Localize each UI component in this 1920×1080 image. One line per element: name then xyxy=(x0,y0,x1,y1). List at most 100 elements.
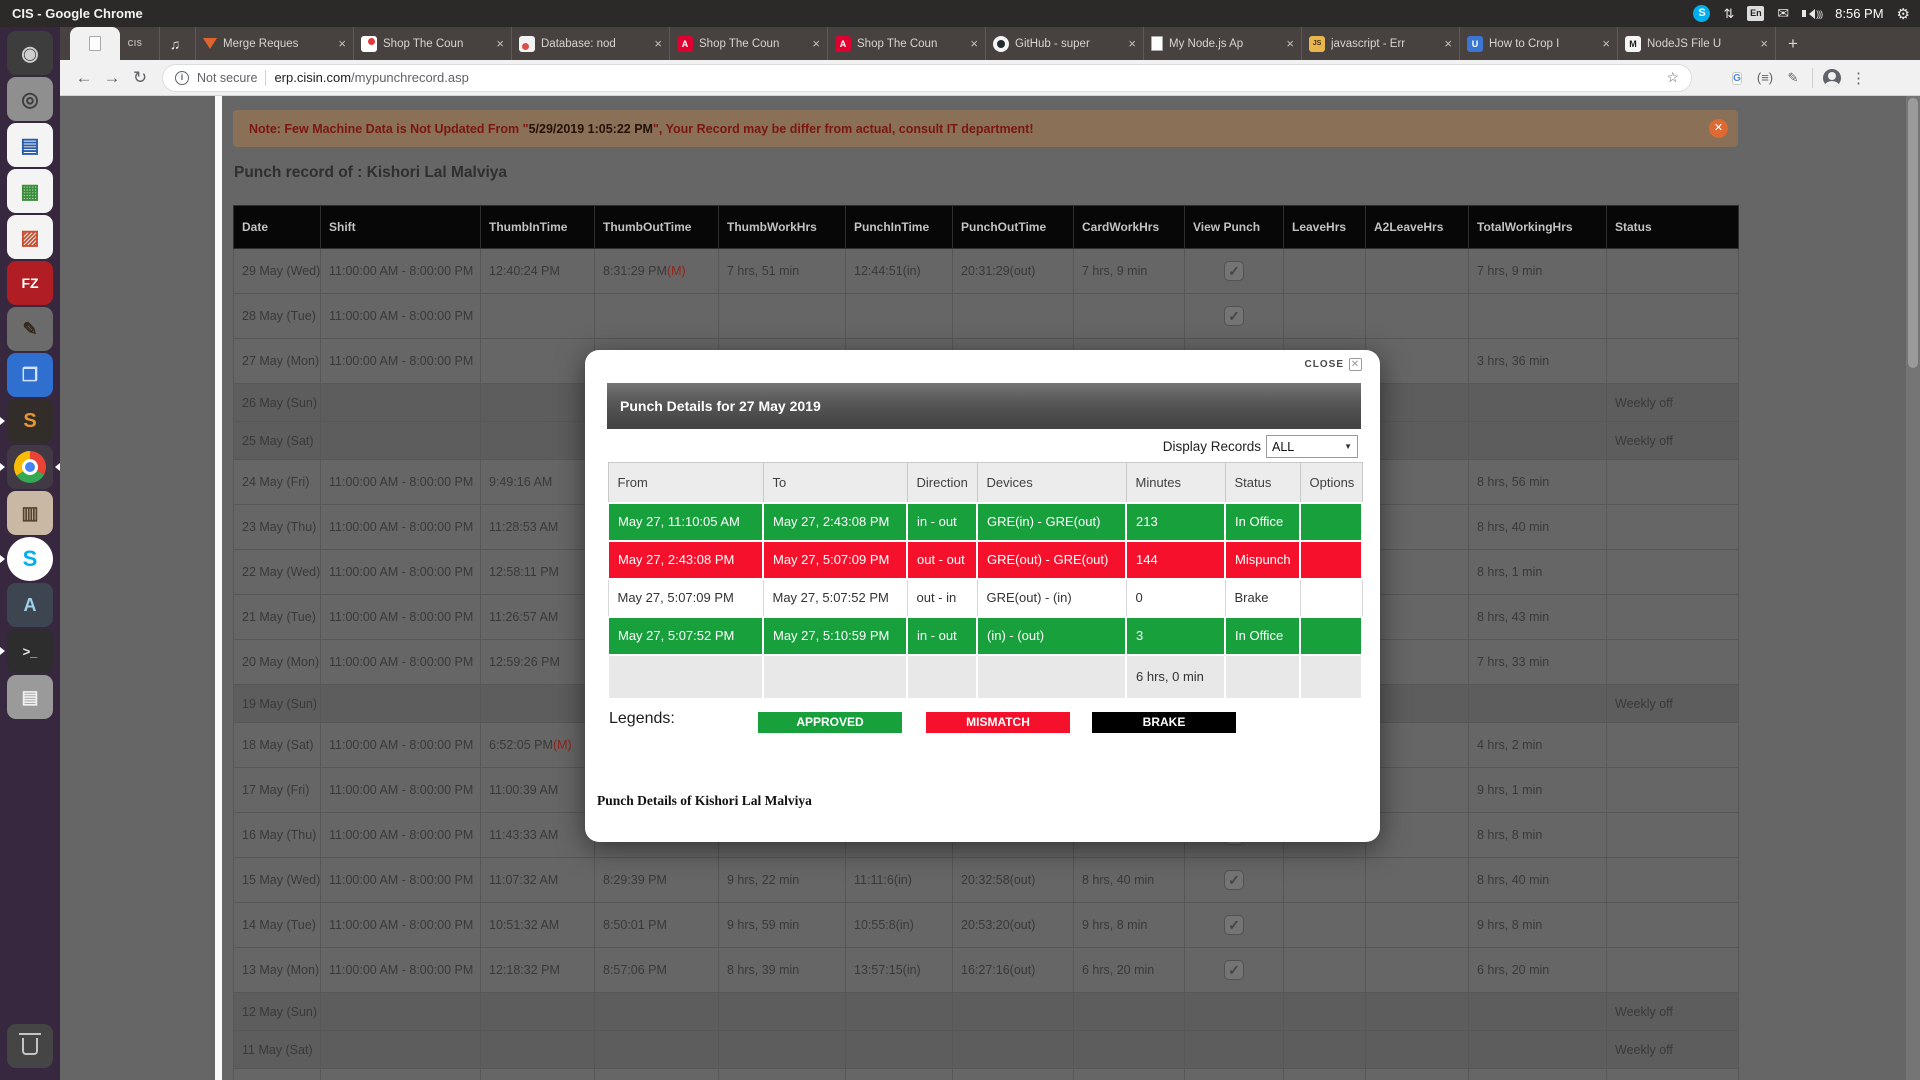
cell-shift: 11:00:00 AM - 8:00:00 PM xyxy=(321,595,481,640)
col-punchouttime: PunchOutTime xyxy=(953,206,1074,249)
new-tab-button[interactable]: + xyxy=(1776,34,1810,54)
cell-date: 16 May (Thu) xyxy=(234,813,321,858)
launcher-skype[interactable]: S xyxy=(7,537,53,581)
extension-translate-icon[interactable]: G xyxy=(1726,69,1748,86)
cell-view-punch: ✓ xyxy=(1185,1069,1284,1080)
tab-close-icon[interactable]: × xyxy=(1286,36,1294,51)
cell-thumb-out: 6:08:50 PM xyxy=(595,1069,719,1080)
tab-cis[interactable]: CIS xyxy=(120,27,160,60)
notice-close-button[interactable]: ✕ xyxy=(1709,119,1728,138)
detail-col-status: Status xyxy=(1225,463,1300,503)
skype-tray-icon[interactable]: S xyxy=(1693,5,1710,22)
forward-button[interactable]: → xyxy=(98,68,126,88)
keyboard-layout-indicator[interactable]: En xyxy=(1747,6,1764,21)
network-arrows-icon[interactable]: ⇅ xyxy=(1723,6,1734,22)
profile-avatar[interactable] xyxy=(1823,69,1841,87)
cell-punch-in xyxy=(846,294,953,339)
modal-close-icon: ✕ xyxy=(1349,358,1362,371)
launcher-sublime-text[interactable]: S xyxy=(7,399,53,443)
launcher-cube-3d-app[interactable]: ❒ xyxy=(7,353,53,397)
cell-punch-in: 10:55:8(in) xyxy=(846,903,953,948)
cell-thumb-work: 8 hrs, 39 min xyxy=(719,948,846,993)
tab-close-icon[interactable]: × xyxy=(1128,36,1136,51)
cell-status: Weekly off xyxy=(1607,1031,1739,1069)
launcher-ide-app[interactable]: A xyxy=(7,583,53,627)
cell-view-punch: ✓ xyxy=(1185,294,1284,339)
launcher-trash[interactable] xyxy=(7,1024,53,1068)
cell-thumb-in xyxy=(481,993,595,1031)
detail-cell-from: May 27, 5:07:52 PM xyxy=(608,617,763,655)
volume-icon[interactable]: ))) xyxy=(1802,9,1822,19)
launcher-gimp[interactable]: ✎ xyxy=(7,307,53,351)
col-date: Date xyxy=(234,206,321,249)
back-button[interactable]: ← xyxy=(70,68,98,88)
tab-close-icon[interactable]: × xyxy=(654,36,662,51)
cell-a2-leave-hrs xyxy=(1366,1069,1469,1080)
launcher-system-monitor[interactable]: ▤ xyxy=(7,675,53,719)
tab-close-icon[interactable]: × xyxy=(1760,36,1768,51)
tab-javascript-err[interactable]: JSjavascript - Err× xyxy=(1302,27,1460,60)
col-a2leavehrs: A2LeaveHrs xyxy=(1366,206,1469,249)
reload-button[interactable]: ↻ xyxy=(126,68,154,88)
toolbar-divider xyxy=(1812,68,1813,88)
skype-icon: S xyxy=(23,546,38,572)
launcher-screenshot-tool[interactable]: ◎ xyxy=(7,77,53,121)
launcher-libreoffice-calc[interactable]: ▦ xyxy=(7,169,53,213)
view-punch-checkbox[interactable]: ✓ xyxy=(1224,261,1244,281)
tab-close-icon[interactable]: × xyxy=(338,36,346,51)
tab-shop-the-coun[interactable]: Shop The Coun× xyxy=(354,27,512,60)
sublime-text-icon: S xyxy=(23,410,36,433)
extension-braces-icon[interactable]: (≡) xyxy=(1754,70,1776,85)
launcher-filezilla[interactable]: FZ xyxy=(7,261,53,305)
launcher-libreoffice-impress[interactable]: ▨ xyxy=(7,215,53,259)
bookmark-star-icon[interactable]: ☆ xyxy=(1666,69,1679,86)
display-records-select[interactable]: ALL ▼ xyxy=(1266,435,1358,458)
view-punch-checkbox[interactable]: ✓ xyxy=(1224,870,1244,890)
tab-shop-the-coun[interactable]: AShop The Coun× xyxy=(828,27,986,60)
omnibox[interactable]: i Not secure erp.cisin.com/mypunchrecord… xyxy=(162,64,1692,92)
view-punch-checkbox[interactable]: ✓ xyxy=(1224,915,1244,935)
tab-github-super[interactable]: GitHub - super× xyxy=(986,27,1144,60)
punch-details-modal: CLOSE ✕ Punch Details for 27 May 2019 Di… xyxy=(585,350,1380,842)
tab-merge-reques[interactable]: Merge Reques× xyxy=(196,27,354,60)
cell-thumb-work xyxy=(719,993,846,1031)
tab-music-note[interactable]: ♫ xyxy=(160,27,196,60)
session-gear-icon[interactable]: ⚙ xyxy=(1897,5,1910,23)
cell-punch-out xyxy=(953,1031,1074,1069)
clock[interactable]: 8:56 PM xyxy=(1835,6,1883,21)
cell-date: 23 May (Thu) xyxy=(234,505,321,550)
cell-total xyxy=(1469,1031,1607,1069)
tab-active[interactable] xyxy=(70,27,120,60)
view-punch-checkbox[interactable]: ✓ xyxy=(1224,960,1244,980)
extension-pen-icon[interactable]: ✎ xyxy=(1782,70,1804,86)
tab-nodejs-file-u[interactable]: MNodeJS File U× xyxy=(1618,27,1776,60)
tab-close-icon[interactable]: × xyxy=(1602,36,1610,51)
tab-close-icon[interactable]: × xyxy=(496,36,504,51)
tab-database-nod[interactable]: Database: nod× xyxy=(512,27,670,60)
tab-close-icon[interactable]: × xyxy=(1444,36,1452,51)
launcher-chrome[interactable] xyxy=(7,445,53,489)
view-punch-checkbox[interactable]: ✓ xyxy=(1224,306,1244,326)
browser-menu-icon[interactable]: ⋮ xyxy=(1851,69,1866,87)
cell-total: 9 hrs, 8 min xyxy=(1469,903,1607,948)
cell-thumb-out xyxy=(595,294,719,339)
page-info-icon[interactable]: i xyxy=(175,71,189,85)
cell-a2-leave-hrs xyxy=(1366,1031,1469,1069)
tab-shop-the-coun[interactable]: AShop The Coun× xyxy=(670,27,828,60)
tab-close-icon[interactable]: × xyxy=(812,36,820,51)
launcher-archive-tool[interactable]: ▥ xyxy=(7,491,53,535)
tab-my-node-js-ap[interactable]: My Node.js Ap× xyxy=(1144,27,1302,60)
legend-mismatch: MISMATCH xyxy=(926,712,1070,733)
launcher-libreoffice-writer[interactable]: ▤ xyxy=(7,123,53,167)
mail-icon[interactable]: ✉ xyxy=(1777,5,1789,22)
scrollbar-thumb[interactable] xyxy=(1908,98,1918,368)
launcher-terminal[interactable]: >_ xyxy=(7,629,53,673)
tab-close-icon[interactable]: × xyxy=(970,36,978,51)
page-scrollbar[interactable] xyxy=(1906,96,1920,1080)
launcher-dash-home[interactable]: ◉ xyxy=(7,31,53,75)
modal-close-button[interactable]: CLOSE ✕ xyxy=(1305,358,1362,371)
cell-thumb-in: 9:49:16 AM xyxy=(481,460,595,505)
detail-cell-devices: (in) - (out) xyxy=(977,617,1126,655)
tab-how-to-crop-i[interactable]: UHow to Crop I× xyxy=(1460,27,1618,60)
cell-thumb-in: 11:28:53 AM xyxy=(481,505,595,550)
